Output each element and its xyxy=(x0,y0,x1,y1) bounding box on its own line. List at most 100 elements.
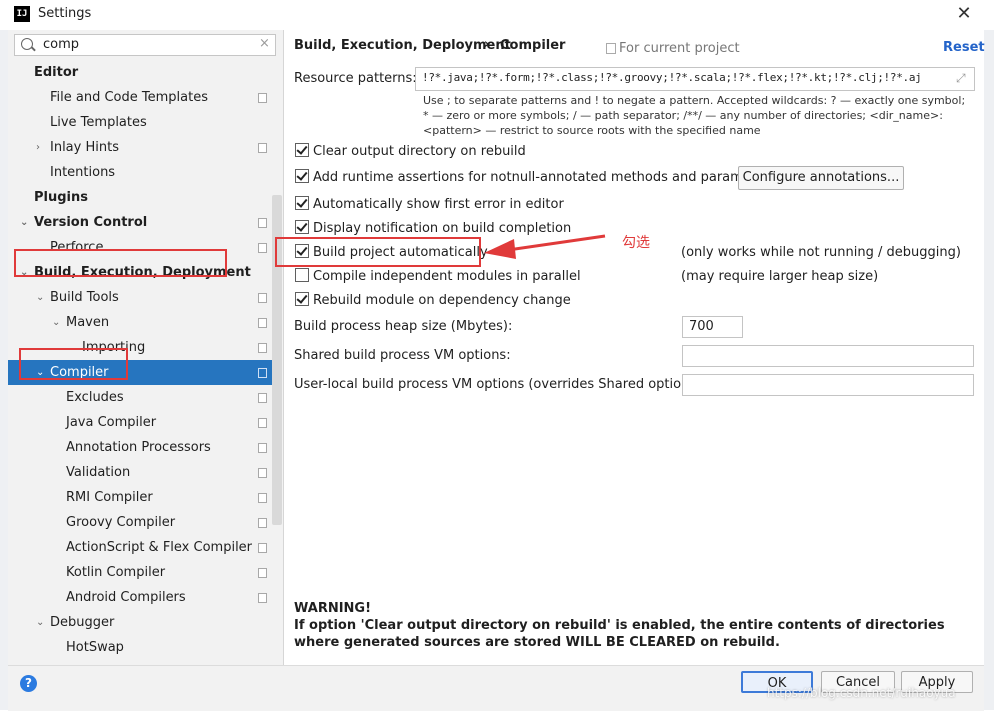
option-label: Rebuild module on dependency change xyxy=(313,293,571,308)
checkbox[interactable] xyxy=(295,268,309,282)
warning-body: If option 'Clear output directory on reb… xyxy=(294,618,945,650)
project-level-icon xyxy=(258,543,267,553)
sidebar-item-label: Java Compiler xyxy=(66,415,157,430)
checkbox[interactable] xyxy=(295,220,309,234)
highlight-box-build-execution xyxy=(14,249,227,277)
checkbox[interactable] xyxy=(295,244,309,258)
option-label: Automatically show first error in editor xyxy=(313,197,564,212)
option-build-project-automatically[interactable]: Build project automatically xyxy=(295,243,488,263)
sidebar-item[interactable]: Annotation Processors xyxy=(8,435,272,460)
option-clear-output[interactable]: Clear output directory on rebuild xyxy=(295,142,526,162)
option-label: Compile independent modules in parallel xyxy=(313,269,581,284)
project-level-icon xyxy=(258,568,267,578)
checkbox[interactable] xyxy=(295,169,309,183)
project-level-icon xyxy=(258,468,267,478)
project-level-icon xyxy=(258,443,267,453)
project-level-icon xyxy=(258,393,267,403)
sidebar-item[interactable]: Intentions xyxy=(8,160,272,185)
resource-patterns-value: !?*.java;!?*.form;!?*.class;!?*.groovy;!… xyxy=(422,71,922,84)
sidebar-item-label: Editor xyxy=(34,65,79,80)
sidebar-item[interactable]: Editor xyxy=(8,60,272,85)
window-title: Settings xyxy=(38,6,92,21)
checkbox[interactable] xyxy=(295,143,309,157)
expand-field-icon[interactable]: ⤢ xyxy=(956,71,966,86)
sidebar-item-label: Maven xyxy=(66,315,110,330)
option-show-first-error[interactable]: Automatically show first error in editor xyxy=(295,195,564,215)
collapse-arrow-icon[interactable]: ⌄ xyxy=(36,610,44,635)
sidebar-item-label: Plugins xyxy=(34,190,88,205)
collapse-arrow-icon[interactable]: ⌄ xyxy=(52,310,60,335)
sidebar-item-label: Android Compilers xyxy=(66,590,186,605)
option-rebuild-on-dependency[interactable]: Rebuild module on dependency change xyxy=(295,291,571,311)
warning-title: WARNING! xyxy=(294,601,372,616)
expand-arrow-icon[interactable]: › xyxy=(36,135,40,160)
breadcrumb-current: Compiler xyxy=(500,38,566,53)
user-vm-options-input[interactable] xyxy=(682,374,974,396)
annotation-check-text: 勾选 xyxy=(622,235,650,251)
sidebar-item[interactable]: ⌄ Version Control xyxy=(8,210,272,235)
checkbox[interactable] xyxy=(295,196,309,210)
sidebar-item-label: Build Tools xyxy=(50,290,119,305)
sidebar-item[interactable]: Live Templates xyxy=(8,110,272,135)
reset-link[interactable]: Reset xyxy=(943,40,985,55)
option-label: Clear output directory on rebuild xyxy=(313,144,526,159)
project-level-icon xyxy=(258,318,267,328)
user-vm-options-label: User-local build process VM options (ove… xyxy=(294,377,706,392)
clear-search-icon[interactable]: × xyxy=(259,36,270,51)
resource-patterns-input[interactable]: !?*.java;!?*.form;!?*.class;!?*.groovy;!… xyxy=(415,67,975,91)
sidebar-item-label: HotSwap xyxy=(66,640,124,655)
settings-search-input[interactable]: comp × xyxy=(14,34,276,56)
heap-size-input[interactable]: 700 xyxy=(682,316,743,338)
sidebar-item[interactable]: Validation xyxy=(8,460,272,485)
sidebar-item[interactable]: ⌄ Build Tools xyxy=(8,285,272,310)
sidebar-item-label: Intentions xyxy=(50,165,116,180)
project-level-icon xyxy=(258,218,267,228)
sidebar-item[interactable]: Groovy Compiler xyxy=(8,510,272,535)
sidebar-item-label: Excludes xyxy=(66,390,124,405)
sidebar-item[interactable]: Plugins xyxy=(8,185,272,210)
sidebar-item[interactable]: ⌄ Maven xyxy=(8,310,272,335)
sidebar-item-label: Kotlin Compiler xyxy=(66,565,166,580)
heap-size-label: Build process heap size (Mbytes): xyxy=(294,319,513,334)
collapse-arrow-icon[interactable]: ⌄ xyxy=(20,210,28,235)
sidebar-item[interactable]: Android Compilers xyxy=(8,585,272,610)
collapse-arrow-icon[interactable]: ⌄ xyxy=(36,285,44,310)
help-icon[interactable]: ? xyxy=(20,675,37,692)
project-level-icon xyxy=(258,143,267,153)
sidebar-item[interactable]: › Inlay Hints xyxy=(8,135,272,160)
breadcrumb-separator-icon: › xyxy=(484,37,490,52)
option-runtime-assertions[interactable]: Add runtime assertions for notnull-annot… xyxy=(295,168,776,188)
project-level-icon xyxy=(258,418,267,428)
sidebar-item[interactable]: RMI Compiler xyxy=(8,485,272,510)
shared-vm-options-input[interactable] xyxy=(682,345,974,367)
sidebar-item-label: Debugger xyxy=(50,615,115,630)
warning-block: WARNING! If option 'Clear output directo… xyxy=(294,600,974,651)
parallel-compile-note: (may require larger heap size) xyxy=(681,269,879,284)
sidebar-item[interactable]: ActionScript & Flex Compiler xyxy=(8,535,272,560)
sidebar-item[interactable]: HotSwap xyxy=(8,635,272,660)
resource-patterns-hint: Use ; to separate patterns and ! to nega… xyxy=(423,94,966,137)
option-parallel-compile[interactable]: Compile independent modules in parallel xyxy=(295,267,581,287)
sidebar-item-label: File and Code Templates xyxy=(50,90,208,105)
sidebar-item[interactable]: Java Compiler xyxy=(8,410,272,435)
search-query: comp xyxy=(43,37,80,52)
sidebar-item[interactable]: File and Code Templates xyxy=(8,85,272,110)
configure-annotations-button[interactable]: Configure annotations... xyxy=(738,166,904,190)
sidebar-item-label: Groovy Compiler xyxy=(66,515,176,530)
project-level-icon xyxy=(258,93,267,103)
project-level-icon xyxy=(258,293,267,303)
sidebar-item-label: Version Control xyxy=(34,215,148,230)
breadcrumb-parent[interactable]: Build, Execution, Deployment xyxy=(294,38,511,53)
watermark-text: https://blog.csdn.net/ruihaoyua xyxy=(767,686,956,700)
search-icon xyxy=(21,38,33,50)
sidebar-item[interactable]: Excludes xyxy=(8,385,272,410)
sidebar-item[interactable]: Kotlin Compiler xyxy=(8,560,272,585)
window-close-icon[interactable]: ✕ xyxy=(952,2,976,26)
desktop-background-left xyxy=(0,30,8,710)
sidebar-item-label: Inlay Hints xyxy=(50,140,119,155)
sidebar-item[interactable]: ⌄ Debugger xyxy=(8,610,272,635)
option-label: Build project automatically xyxy=(313,245,488,260)
project-level-icon xyxy=(258,493,267,503)
checkbox[interactable] xyxy=(295,292,309,306)
scope-label: For current project xyxy=(619,41,740,56)
